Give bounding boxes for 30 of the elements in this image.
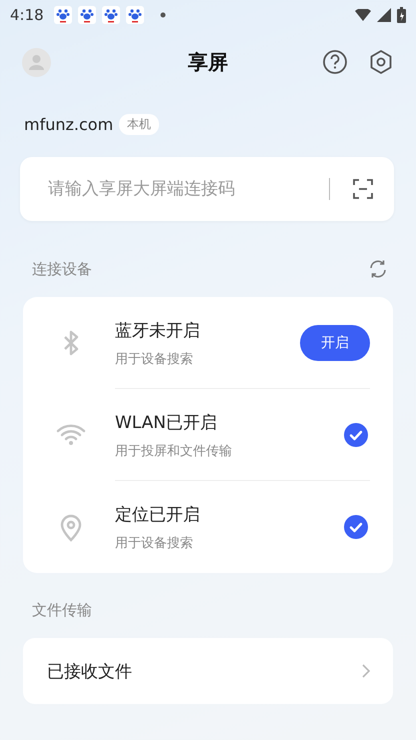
connect-code-field[interactable]: 请输入享屏大屏端连接码 bbox=[20, 157, 394, 221]
received-files-item[interactable]: 已接收文件 bbox=[23, 638, 393, 704]
cell-signal-icon bbox=[377, 8, 391, 22]
app-title: 享屏 bbox=[188, 48, 228, 76]
paw-icon bbox=[126, 6, 144, 24]
dot-icon bbox=[160, 12, 166, 18]
battery-icon bbox=[397, 7, 406, 23]
wifi-signal-icon bbox=[355, 9, 371, 21]
section-title: 连接设备 bbox=[32, 260, 92, 278]
connection-title: 蓝牙未开启 bbox=[115, 320, 201, 342]
connection-title: 定位已开启 bbox=[115, 504, 201, 526]
file-item-label: 已接收文件 bbox=[47, 660, 132, 682]
status-time: 4:18 bbox=[10, 6, 44, 24]
device-name: mfunz.com bbox=[24, 115, 114, 134]
refresh-icon[interactable] bbox=[368, 259, 388, 279]
device-tag: 本机 bbox=[119, 114, 160, 135]
connection-subtitle: 用于设备搜索 bbox=[115, 534, 194, 552]
scan-icon[interactable] bbox=[352, 178, 374, 200]
settings-icon[interactable] bbox=[368, 49, 394, 75]
section-title: 文件传输 bbox=[32, 601, 92, 620]
connect-code-input[interactable]: 请输入享屏大屏端连接码 bbox=[46, 178, 329, 200]
connection-subtitle: 用于投屏和文件传输 bbox=[115, 442, 233, 460]
paw-icon bbox=[102, 6, 120, 24]
help-icon[interactable] bbox=[322, 49, 348, 75]
chevron-right-icon bbox=[361, 663, 371, 679]
connection-title: WLAN已开启 bbox=[115, 412, 218, 434]
connection-subtitle: 用于设备搜索 bbox=[115, 350, 194, 368]
paw-icon bbox=[78, 6, 96, 24]
enable-button[interactable]: 开启 bbox=[300, 325, 370, 361]
paw-icon bbox=[54, 6, 72, 24]
